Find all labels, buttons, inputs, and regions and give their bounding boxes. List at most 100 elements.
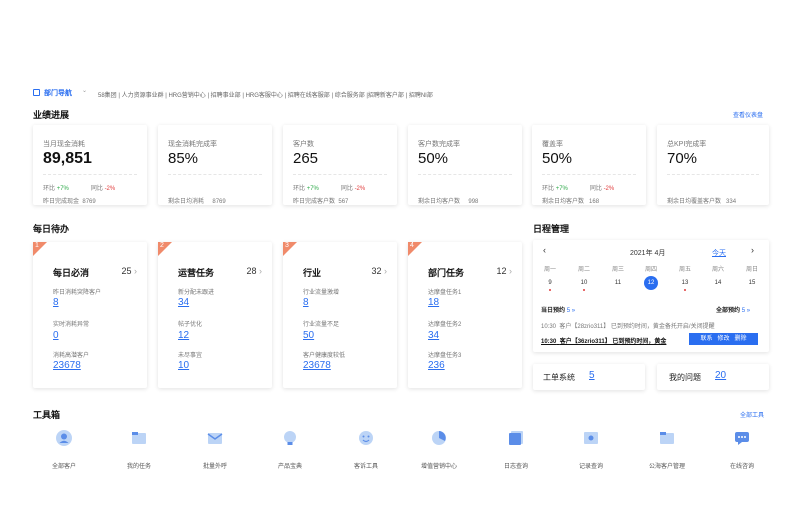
calendar-day[interactable]: 15 (742, 280, 762, 286)
task-value-link[interactable]: 0 (53, 330, 59, 341)
contact-button[interactable]: 联系 (700, 336, 712, 342)
calendar-day[interactable]: 9 (540, 280, 560, 286)
all-tools-link[interactable]: 全部工具 (740, 410, 764, 419)
dashboard-link[interactable]: 查看仪表盘 (733, 110, 763, 119)
task-value-link[interactable]: 8 (53, 297, 59, 308)
task-count[interactable]: 28 › (246, 266, 262, 276)
smile-icon (359, 431, 373, 445)
task-label: 客户健康度较低 (303, 353, 346, 359)
task-value-link[interactable]: 23678 (53, 360, 81, 371)
tool-product-guide[interactable]: 产品宝典 (255, 430, 325, 470)
task-label: 消耗高潜客户 (53, 353, 90, 359)
tool-log-query[interactable]: 日志查询 (481, 430, 551, 470)
tool-label: 在线咨询 (729, 464, 754, 470)
calendar-day[interactable]: 13 (675, 280, 695, 286)
folder-icon (660, 432, 674, 444)
task-label: 达摩盘任务2 (428, 322, 462, 328)
task-value-link[interactable]: 236 (428, 360, 445, 371)
kpi-card-coverage: 覆盖率 50% 环比 +7% 同比 -2% 剩余日均客户数 168 (532, 125, 646, 205)
issue-count-link[interactable]: 20 (715, 370, 726, 381)
kpi-value: 85% (168, 150, 199, 167)
tool-value-marketing[interactable]: 增值营销中心 (404, 430, 474, 470)
tool-public-pool[interactable]: 公海客户管理 (632, 430, 702, 470)
kpi-card-total-kpi: 总KPI完成率 70% 剩余日均覆盖客户数 334 (657, 125, 769, 205)
task-value-link[interactable]: 12 (178, 330, 189, 341)
divider (542, 174, 636, 175)
tool-my-tasks[interactable]: 我的任务 (104, 430, 174, 470)
task-value-link[interactable]: 34 (428, 330, 439, 341)
department-nav[interactable]: 部门导航 (44, 88, 72, 98)
event-dot (549, 289, 551, 291)
event-actions: 联系 修改 删除 (689, 333, 758, 345)
folder-icon (132, 432, 146, 444)
tool-label: 日志查询 (503, 464, 528, 470)
tool-label: 记录查询 (578, 464, 603, 470)
tool-all-customers[interactable]: 全部客户 (29, 430, 99, 470)
event-dot (583, 289, 585, 291)
breadcrumb: 58集团 | 人力资源事业群 | HRG营销中心 | 招聘事业部 | HRG客服… (98, 93, 433, 99)
todo-card-4[interactable]: 4 部门任务 12 › 达摩盘任务1 18 达摩盘任务2 34 达摩盘任务3 2… (408, 242, 522, 388)
ticket-system-card[interactable]: 工单系统 5 (533, 364, 645, 390)
task-value-link[interactable]: 18 (428, 297, 439, 308)
kpi-foot: 剩余日均客户数 168 (542, 199, 600, 205)
delete-button[interactable]: 删除 (735, 336, 747, 342)
tool-label: 增值营销中心 (420, 464, 457, 470)
kpi-title: 客户数完成率 (418, 141, 460, 148)
tool-online-consult[interactable]: 在线咨询 (707, 430, 777, 470)
calendar-day[interactable]: 11 (608, 280, 628, 286)
todo-card-3[interactable]: 3 行业 32 › 行业流量激增 8 行业流量不足 50 客户健康度较低 236… (283, 242, 397, 388)
event-item[interactable]: 10:30 客户【28zrio311】 已到预约时间，黄金备托开启/关闭提醒 (541, 321, 715, 330)
task-count[interactable]: 32 › (371, 266, 387, 276)
rank-number: 4 (410, 242, 414, 249)
task-value-link[interactable]: 50 (303, 330, 314, 341)
kpi-trend: 环比 +7% 同比 -2% (293, 186, 366, 192)
performance-title: 业绩进展 (33, 110, 70, 120)
task-title: 部门任务 (428, 268, 465, 278)
task-count[interactable]: 12 › (496, 266, 512, 276)
todo-card-2[interactable]: 2 运营任务 28 › 新分配未跟进 34 帖子优化 12 未尽事宜 10 (158, 242, 272, 388)
task-label: 未尽事宜 (178, 353, 203, 359)
task-label: 帖子优化 (178, 322, 203, 328)
schedule-title: 日程管理 (533, 224, 570, 234)
kpi-trend: 环比 +7% 同比 -2% (542, 186, 615, 192)
all-reserve[interactable]: 全部预约 5 » (716, 305, 750, 314)
edit-button[interactable]: 修改 (717, 336, 729, 342)
kpi-title: 现金消耗完成率 (168, 141, 217, 148)
task-label: 昨日消耗突降客户 (53, 290, 102, 296)
record-icon (584, 432, 598, 444)
todo-card-1[interactable]: 1 每日必消 25 › 昨日消耗突降客户 8 实时消耗异常 0 消耗高潜客户 2… (33, 242, 147, 388)
my-issues-card[interactable]: 我的问题 20 (657, 364, 769, 390)
task-count[interactable]: 25 › (121, 266, 137, 276)
kpi-value: 265 (293, 150, 319, 167)
tool-batch-call[interactable]: 批量外呼 (180, 430, 250, 470)
calendar-day[interactable]: 14 (708, 280, 728, 286)
divider (168, 174, 262, 175)
customer-icon (56, 430, 72, 446)
kpi-value: 50% (542, 150, 573, 167)
event-dot (684, 289, 686, 291)
kpi-card-cash: 当月现金消耗 89,851 环比 +7% 同比 -2% 昨日完成现金 8769 (33, 125, 147, 205)
event-item-active[interactable]: 10:30 客户【36zrio311】 已到预约时间，黄金 (541, 336, 666, 345)
ticket-count-link[interactable]: 5 (589, 370, 595, 381)
next-month-button[interactable]: › (751, 245, 754, 255)
task-value-link[interactable]: 34 (178, 297, 189, 308)
prev-month-button[interactable]: ‹ (543, 245, 546, 255)
task-value-link[interactable]: 23678 (303, 360, 331, 371)
task-label: 达摩盘任务3 (428, 353, 462, 359)
task-label: 达摩盘任务1 (428, 290, 462, 296)
rank-number: 3 (285, 242, 289, 249)
task-value-link[interactable]: 10 (178, 360, 189, 371)
task-value-link[interactable]: 8 (303, 297, 309, 308)
tool-record-query[interactable]: 记录查询 (556, 430, 626, 470)
weekday-label: 周五 (678, 267, 691, 273)
document-icon (509, 431, 523, 445)
weekday-label: 周日 (745, 267, 758, 273)
divider (418, 174, 512, 175)
mail-icon (207, 433, 223, 444)
today-reserve[interactable]: 当日预约 5 » (541, 305, 575, 314)
today-link[interactable]: 今天 (712, 248, 726, 258)
calendar-day-selected[interactable]: 12 (644, 276, 658, 290)
tool-complaint[interactable]: 客诉工具 (331, 430, 401, 470)
chevron-down-icon[interactable]: ⌄ (82, 87, 87, 94)
calendar-day[interactable]: 10 (574, 280, 594, 286)
